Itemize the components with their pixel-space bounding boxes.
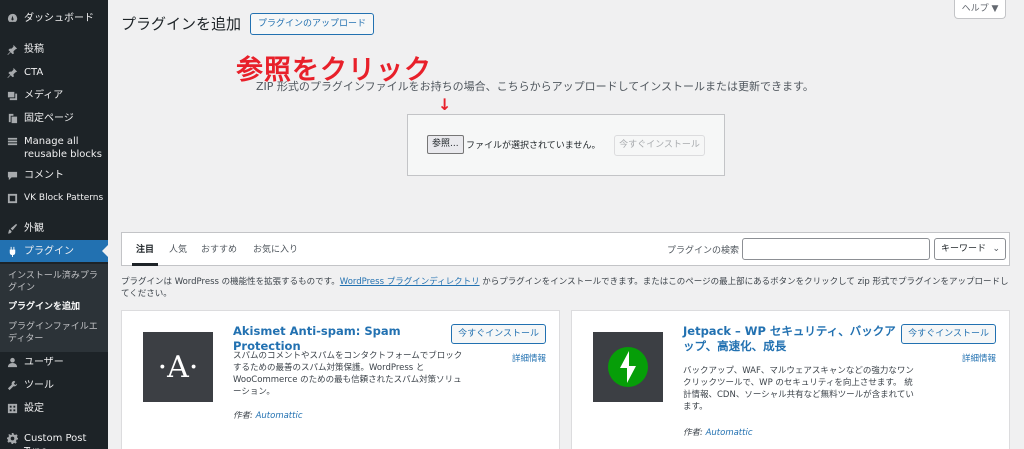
install-now-button[interactable]: 今すぐインストール <box>901 324 996 344</box>
akismet-logo-letter: ·A· <box>157 349 199 385</box>
sidebar-item-tools[interactable]: ツール <box>0 379 108 392</box>
author-prefix: 作者: <box>683 428 706 438</box>
pin-icon <box>6 43 18 55</box>
page-icon <box>6 112 18 124</box>
sidebar-item-reusable-blocks[interactable]: Manage all reusable blocks <box>0 135 108 161</box>
plugin-search-input[interactable] <box>742 238 930 260</box>
sidebar-item-cta[interactable]: CTA <box>0 66 108 79</box>
sidebar-item-label: Custom Post Type <box>24 433 87 449</box>
submenu-installed-plugins[interactable]: インストール済みプラグイン <box>8 270 104 294</box>
plugin-description: バックアップ、WAF、マルウェアスキャンなどの強力なワンクリックツールで、WP … <box>683 366 914 412</box>
sidebar-item-label: 設定 <box>24 403 44 414</box>
plugin-card-akismet: ·A· Akismet Anti-spam: Spam Protection 今… <box>121 310 560 449</box>
help-tab-button[interactable]: ヘルプ ▼ <box>954 0 1006 19</box>
plugin-card-jetpack: Jetpack – WP セキュリティ、バックアップ、高速化、成長 今すぐインス… <box>571 310 1010 449</box>
admin-sidebar: ダッシュボード 投稿 CTA メディア 固定ページ Manage all reu… <box>0 0 108 449</box>
author-link[interactable]: Automattic <box>256 411 303 421</box>
plugin-author: 作者: Automattic <box>683 426 753 438</box>
annotation-callout: 参照をクリック <box>236 55 432 86</box>
sidebar-item-label: CTA <box>24 67 44 78</box>
sidebar-item-pages[interactable]: 固定ページ <box>0 112 108 125</box>
tab-popular[interactable]: 人気 <box>169 242 187 255</box>
plugin-filter-bar: 注目 人気 おすすめ お気に入り プラグインの検索 キーワード ⌄ <box>121 232 1010 266</box>
tab-featured[interactable]: 注目 <box>136 242 154 255</box>
upload-plugin-button[interactable]: プラグインのアップロード <box>250 13 375 35</box>
submenu-plugin-file-editor[interactable]: プラグインファイルエディター <box>8 321 104 345</box>
annotation-arrow-icon: ↓ <box>438 95 452 114</box>
sidebar-item-vk-block-patterns[interactable]: VK Block Patterns <box>0 192 108 205</box>
sidebar-item-label: メディア <box>24 90 64 101</box>
search-label: プラグインの検索 <box>667 246 740 256</box>
sidebar-item-dashboard[interactable]: ダッシュボード <box>0 12 108 25</box>
sidebar-item-label: 外観 <box>24 223 44 234</box>
browse-file-button[interactable]: 参照... <box>427 135 464 154</box>
sidebar-item-label: コメント <box>24 170 64 181</box>
media-icon <box>6 89 18 101</box>
install-now-disabled-button[interactable]: 今すぐインストール <box>614 135 705 156</box>
plugins-submenu: インストール済みプラグイン プラグインを追加 プラグインファイルエディター <box>0 264 108 352</box>
sidebar-item-custom-post-type[interactable]: Custom Post Type <box>0 432 108 449</box>
gear-icon <box>6 432 18 444</box>
sidebar-item-label: VK Block Patterns <box>24 193 104 203</box>
author-prefix: 作者: <box>233 411 256 421</box>
plugin-author: 作者: Automattic <box>233 409 303 421</box>
akismet-logo-icon: ·A· <box>143 332 213 402</box>
plugin-icon <box>6 245 18 257</box>
pattern-icon <box>6 192 18 204</box>
sidebar-item-comments[interactable]: コメント <box>0 169 108 182</box>
submenu-add-plugin[interactable]: プラグインを追加 <box>8 301 104 313</box>
comment-icon <box>6 169 18 181</box>
sidebar-item-label: Manage all reusable blocks <box>24 136 102 160</box>
jetpack-logo-icon <box>593 332 663 402</box>
plugin-name-link[interactable]: Jetpack – WP セキュリティ、バックアップ、高速化、成長 <box>683 324 898 354</box>
blocks-icon <box>6 135 18 147</box>
sidebar-item-label: プラグイン <box>24 245 74 257</box>
wrench-icon <box>6 379 18 391</box>
jetpack-bolt-icon <box>608 347 648 387</box>
pin-icon <box>6 66 18 78</box>
plugins-description: プラグインは WordPress の機能性を拡張するものです。WordPress… <box>121 276 1011 300</box>
tab-favorites[interactable]: お気に入り <box>253 242 298 255</box>
sidebar-item-label: 固定ページ <box>24 113 74 124</box>
upload-form: 参照... ファイルが選択されていません。 今すぐインストール <box>407 114 725 176</box>
install-now-button[interactable]: 今すぐインストール <box>451 324 546 344</box>
sidebar-item-label: 投稿 <box>24 44 44 55</box>
plugin-description: スパムのコメントやスパムをコンタクトフォームでブロックするための最善のスパム対策… <box>233 351 463 397</box>
page-title: プラグインを追加 <box>121 15 242 33</box>
brush-icon <box>6 222 18 234</box>
sidebar-item-appearance[interactable]: 外観 <box>0 222 108 235</box>
description-text: プラグインは WordPress の機能性を拡張するものです。 <box>121 277 340 287</box>
settings-icon <box>6 402 18 414</box>
sidebar-item-posts[interactable]: 投稿 <box>0 43 108 56</box>
sidebar-item-label: ダッシュボード <box>24 13 94 24</box>
search-type-select[interactable]: キーワード ⌄ <box>934 238 1006 260</box>
tab-recommended[interactable]: おすすめ <box>201 242 237 255</box>
author-link[interactable]: Automattic <box>706 428 753 438</box>
file-status-text: ファイルが選択されていません。 <box>466 141 601 151</box>
sidebar-item-label: ツール <box>24 380 54 391</box>
tab-active-indicator <box>132 263 158 266</box>
sidebar-item-label: ユーザー <box>24 357 64 368</box>
sidebar-item-users[interactable]: ユーザー <box>0 356 108 369</box>
user-icon <box>6 356 18 368</box>
search-type-value: キーワード <box>941 244 987 254</box>
current-menu-arrow <box>102 245 108 257</box>
dashboard-icon <box>6 12 18 24</box>
sidebar-item-settings[interactable]: 設定 <box>0 402 108 415</box>
chevron-down-icon: ⌄ <box>992 244 1000 254</box>
sidebar-item-media[interactable]: メディア <box>0 89 108 102</box>
more-details-link[interactable]: 詳細情報 <box>962 352 996 364</box>
more-details-link[interactable]: 詳細情報 <box>512 352 546 364</box>
plugin-directory-link[interactable]: WordPress プラグインディレクトリ <box>340 277 480 287</box>
sidebar-item-plugins[interactable]: プラグイン <box>0 240 108 262</box>
